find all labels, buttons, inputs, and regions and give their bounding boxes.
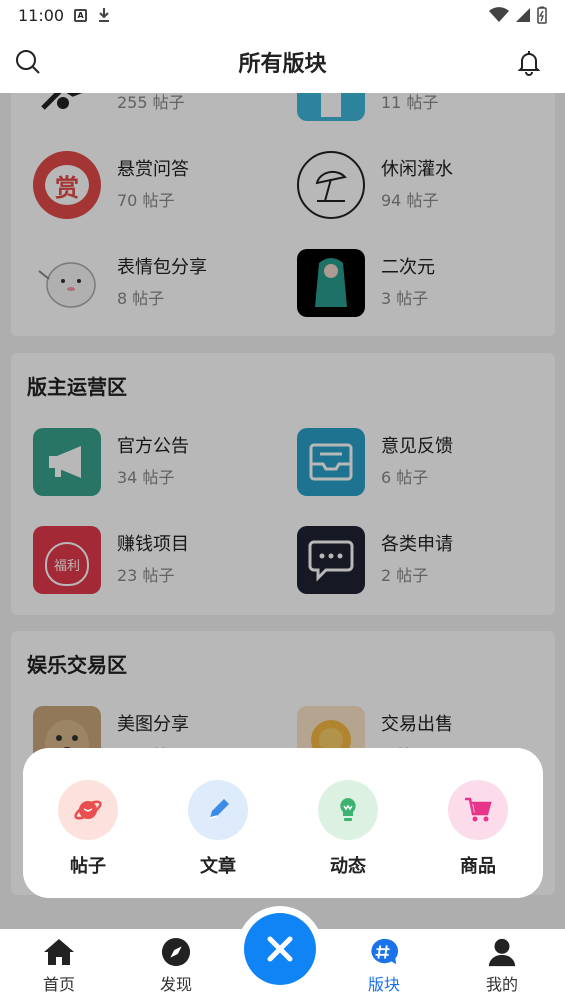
app-header: 所有版块 (0, 30, 565, 93)
publish-product-button[interactable]: 商品 (428, 780, 528, 880)
page-title: 所有版块 (238, 51, 327, 77)
battery-icon (537, 6, 547, 24)
nav-item-boards[interactable]: 版块 (344, 937, 424, 995)
bulb-icon (318, 780, 378, 840)
nav-label: 我的 (485, 975, 518, 994)
status-time: 11:00 (18, 5, 65, 25)
publish-label: 文章 (200, 856, 236, 877)
notification-a-icon: A (74, 8, 88, 22)
nav-label: 发现 (159, 975, 192, 994)
cart-icon (448, 780, 508, 840)
close-publish-button[interactable] (237, 906, 323, 992)
publish-menu: 帖子 文章 动态 商品 (23, 748, 543, 898)
home-icon (44, 939, 74, 965)
search-icon[interactable] (12, 46, 44, 78)
publish-moment-button[interactable]: 动态 (298, 780, 398, 880)
planet-icon (58, 780, 118, 840)
close-icon (244, 913, 316, 985)
status-bar: 11:00 A (0, 0, 565, 30)
download-icon (99, 8, 110, 22)
bell-icon[interactable] (513, 46, 545, 78)
publish-post-button[interactable]: 帖子 (38, 780, 138, 880)
publish-label: 商品 (460, 856, 496, 877)
signal-icon (516, 8, 530, 22)
hash-icon (371, 938, 399, 965)
wifi-icon (489, 7, 509, 22)
publish-article-button[interactable]: 文章 (168, 780, 268, 880)
publish-label: 动态 (330, 856, 366, 877)
nav-item-profile[interactable]: 我的 (462, 937, 542, 995)
publish-label: 帖子 (70, 856, 106, 877)
nav-label: 首页 (42, 975, 75, 994)
pencil-icon (188, 780, 248, 840)
user-icon (488, 938, 516, 967)
compass-icon (161, 937, 191, 967)
nav-item-home[interactable]: 首页 (19, 937, 99, 995)
nav-label: 版块 (367, 975, 400, 994)
nav-item-discover[interactable]: 发现 (136, 937, 216, 995)
